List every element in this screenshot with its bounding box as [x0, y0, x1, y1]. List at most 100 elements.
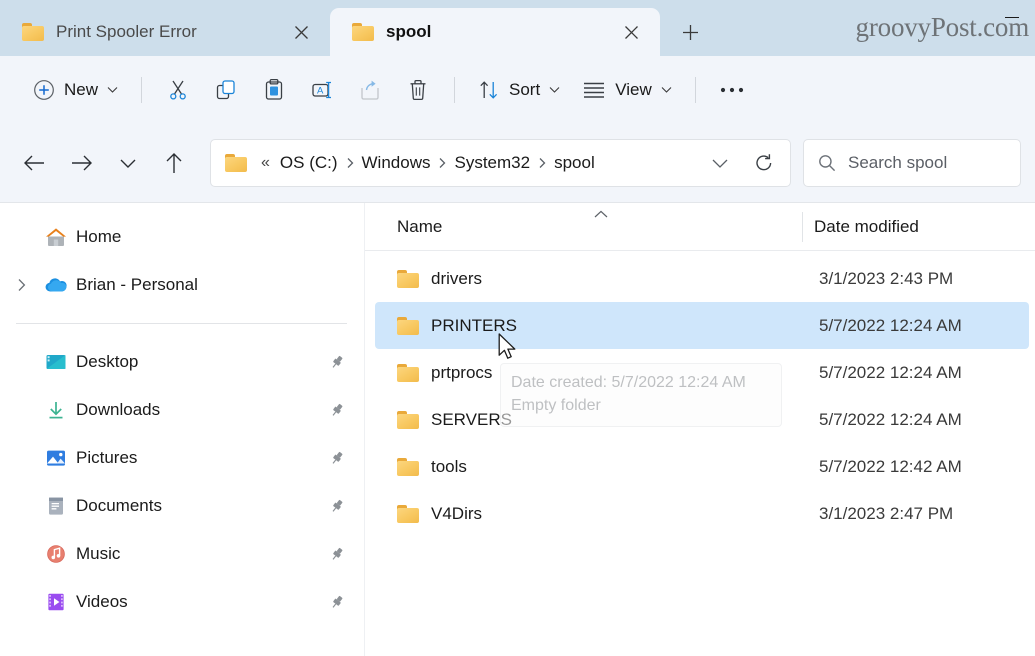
breadcrumb-separator[interactable] [436, 157, 448, 169]
cut-icon [170, 80, 186, 100]
breadcrumb-separator[interactable] [536, 157, 548, 169]
table-row[interactable]: drivers 3/1/2023 2:43 PM [375, 255, 1029, 302]
column-header-name-label: Name [397, 216, 443, 236]
address-dropdown-button[interactable] [698, 143, 742, 183]
folder-icon [397, 504, 419, 523]
more-options-icon [720, 87, 743, 93]
sidebar-item-brian-personal[interactable]: Brian - Personal [0, 261, 365, 309]
navigation-pane: Home Brian - Personal Desktop Downloads … [0, 203, 365, 656]
file-date-modified: 5/7/2022 12:24 AM [819, 409, 962, 429]
close-icon[interactable] [286, 17, 316, 47]
new-button[interactable]: New [22, 70, 129, 110]
sidebar-item-music[interactable]: Music [0, 530, 365, 578]
file-rows: drivers 3/1/2023 2:43 PM PRINTERS 5/7/20… [365, 251, 1035, 656]
tab-spool[interactable]: spool [330, 8, 660, 56]
rename-icon: A [312, 81, 332, 99]
breadcrumb-overflow[interactable]: « [257, 154, 274, 172]
chevron-down-icon [661, 87, 672, 93]
new-tab-button[interactable] [660, 8, 720, 56]
chevron-right-icon[interactable] [6, 278, 36, 292]
sort-button[interactable]: Sort [467, 70, 571, 110]
column-header-date-label: Date modified [814, 216, 919, 236]
tab-strip: Print Spooler Error spool groovyPost.com [0, 0, 1035, 56]
pin-icon[interactable] [325, 498, 349, 514]
sidebar-item-label: Downloads [76, 400, 161, 419]
pin-icon[interactable] [325, 450, 349, 466]
folder-icon [397, 363, 419, 382]
pin-icon[interactable] [325, 546, 349, 562]
desktop-icon [36, 352, 76, 372]
sidebar-item-documents[interactable]: Documents [0, 482, 365, 530]
videos-icon [36, 592, 76, 612]
cut-button[interactable] [154, 70, 202, 110]
column-headers: Name Date modified [365, 203, 1035, 251]
file-date-modified: 5/7/2022 12:24 AM [819, 315, 962, 335]
pin-icon[interactable] [325, 354, 349, 370]
sidebar-item-pictures[interactable]: Pictures [0, 434, 365, 482]
minimize-button[interactable] [989, 0, 1035, 34]
command-bar: New A Sort View [0, 56, 1035, 124]
share-button[interactable] [346, 70, 394, 110]
chevron-down-icon [712, 159, 728, 168]
music-icon [36, 544, 76, 564]
breadcrumb-item-spool[interactable]: spool [548, 150, 601, 176]
forward-button[interactable] [58, 141, 106, 185]
tooltip-date-created: Date created: 5/7/2022 12:24 AM [511, 374, 746, 391]
address-bar-actions [698, 143, 786, 183]
table-row[interactable]: tools 5/7/2022 12:42 AM [375, 443, 1029, 490]
breadcrumb-item-os-c[interactable]: OS (C:) [274, 150, 344, 176]
chevron-down-icon [120, 159, 136, 168]
sidebar-item-desktop[interactable]: Desktop [0, 338, 365, 386]
downloads-icon [36, 400, 76, 420]
pin-icon[interactable] [325, 594, 349, 610]
new-button-label: New [64, 80, 99, 99]
copy-button[interactable] [202, 70, 250, 110]
more-options-button[interactable] [708, 70, 756, 110]
search-box[interactable]: Search spool [803, 139, 1021, 187]
toolbar-divider [694, 77, 696, 103]
delete-icon [410, 79, 426, 101]
sidebar-item-label: Brian - Personal [76, 275, 198, 294]
breadcrumb-item-system32[interactable]: System32 [448, 150, 536, 176]
forward-arrow-icon [72, 155, 92, 171]
paste-button[interactable] [250, 70, 298, 110]
sidebar-item-downloads[interactable]: Downloads [0, 386, 365, 434]
file-date-modified: 3/1/2023 2:47 PM [819, 503, 954, 523]
documents-icon [36, 496, 76, 516]
plus-circle-icon [34, 80, 54, 100]
view-button[interactable]: View [571, 70, 683, 110]
column-header-name[interactable]: Name [365, 210, 802, 237]
sort-button-label: Sort [509, 80, 541, 99]
breadcrumb-separator[interactable] [344, 157, 356, 169]
folder-icon [397, 269, 419, 288]
pin-icon[interactable] [325, 402, 349, 418]
address-bar[interactable]: « OS (C:) Windows System32 spool [210, 139, 791, 187]
folder-icon [397, 457, 419, 476]
file-name: V4Dirs [431, 503, 483, 523]
back-arrow-icon [24, 155, 44, 171]
table-row[interactable]: V4Dirs 3/1/2023 2:47 PM [375, 490, 1029, 537]
window-controls [989, 0, 1035, 34]
back-button[interactable] [10, 141, 58, 185]
recent-locations-button[interactable] [106, 141, 150, 185]
sidebar-item-videos[interactable]: Videos [0, 578, 365, 626]
close-icon[interactable] [616, 17, 646, 47]
table-row[interactable]: PRINTERS 5/7/2022 12:24 AM [375, 302, 1029, 349]
pictures-icon [36, 448, 76, 468]
sidebar-item-home[interactable]: Home [0, 213, 365, 261]
file-list-pane: Name Date modified drivers 3/1/2023 2:43… [365, 203, 1035, 656]
explorer-body: Home Brian - Personal Desktop Downloads … [0, 202, 1035, 656]
file-name: prtprocs [431, 362, 493, 382]
tab-print-spooler-error[interactable]: Print Spooler Error [0, 8, 330, 56]
column-header-date-modified[interactable]: Date modified [802, 211, 1035, 242]
up-button[interactable] [150, 141, 198, 185]
refresh-button[interactable] [742, 143, 786, 183]
breadcrumb-item-windows[interactable]: Windows [356, 150, 437, 176]
rename-button[interactable]: A [298, 70, 346, 110]
toolbar-divider [141, 77, 143, 103]
sidebar-item-label: Videos [76, 592, 128, 611]
sidebar-divider [16, 323, 347, 324]
search-input[interactable]: Search spool [848, 153, 947, 173]
copy-icon [216, 80, 235, 100]
delete-button[interactable] [394, 70, 442, 110]
